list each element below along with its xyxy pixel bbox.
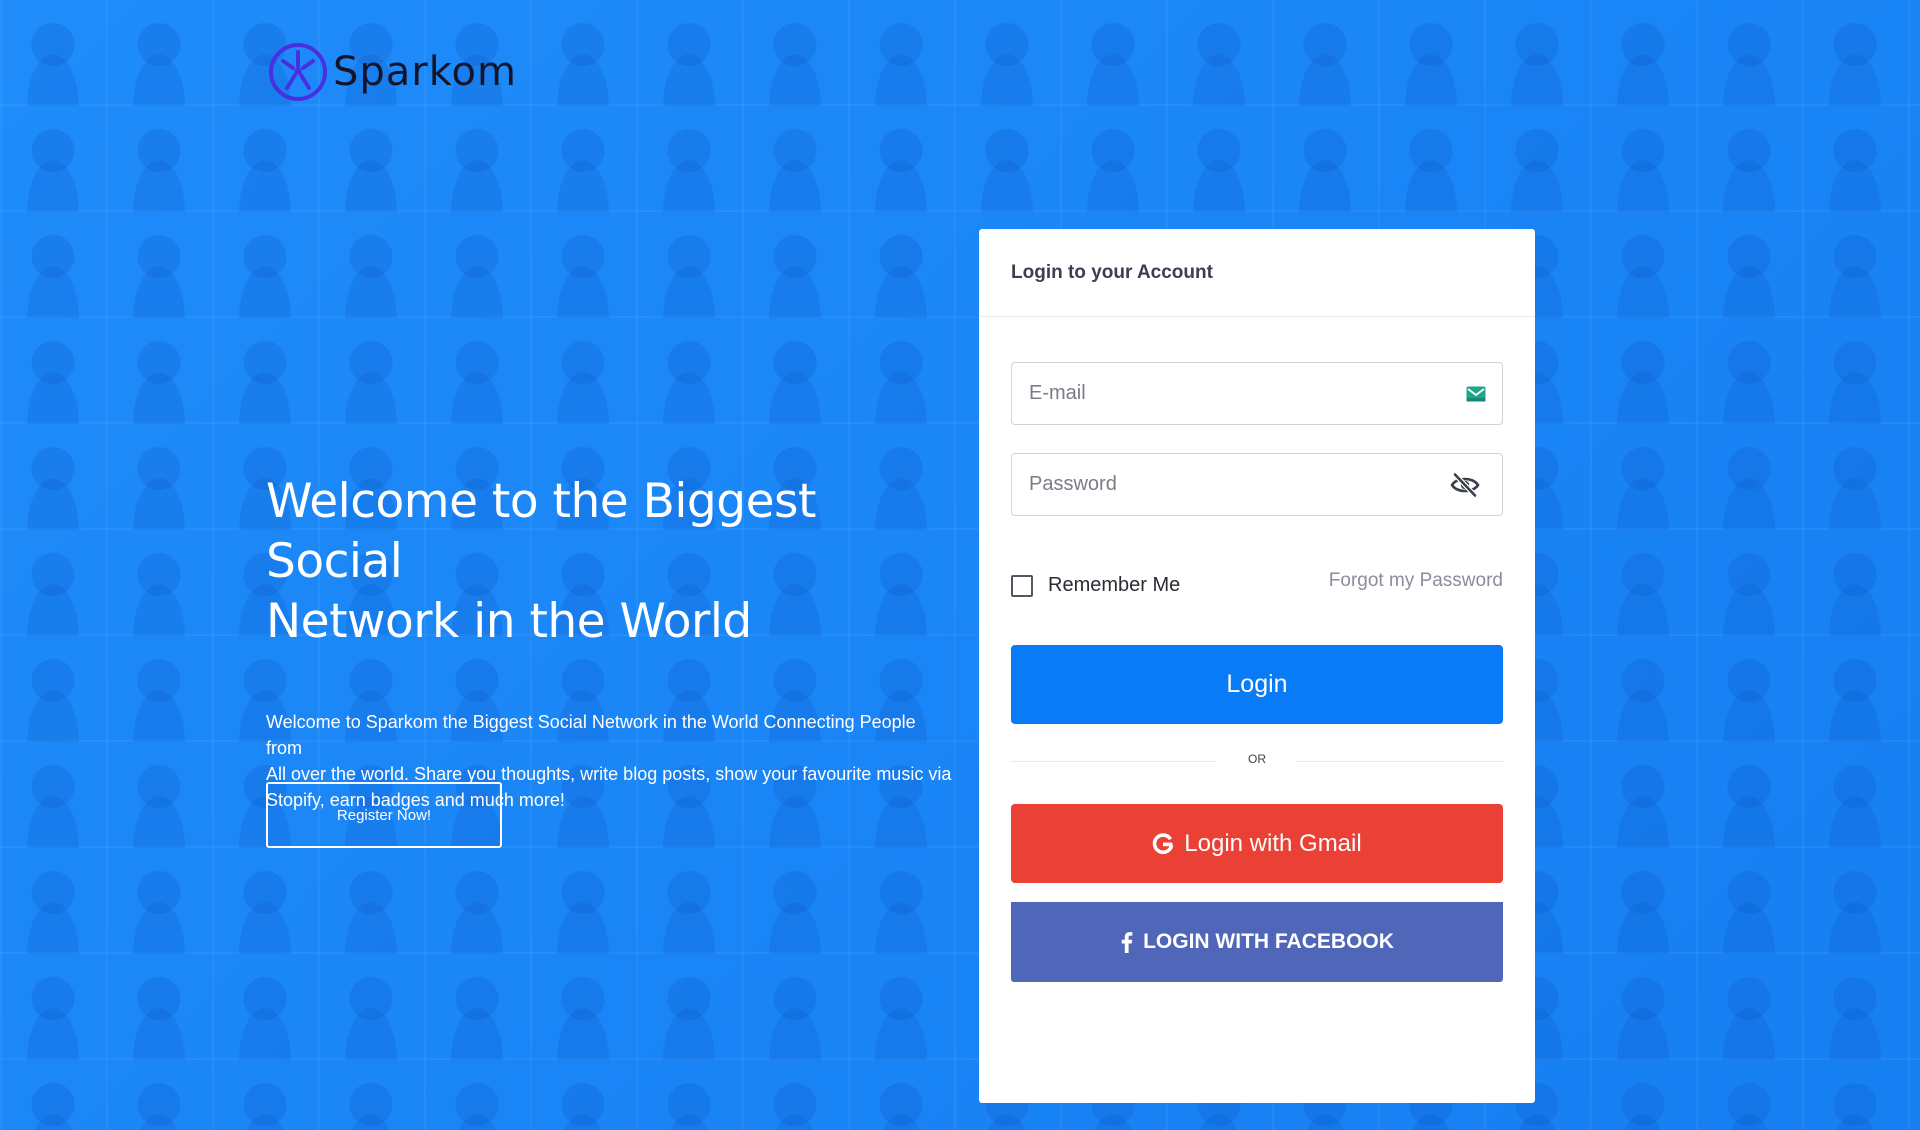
hero-description-line-2: All over the world. Share you thoughts, … [266, 764, 952, 784]
login-with-facebook-button[interactable]: LOGIN WITH FACEBOOK [1011, 902, 1503, 982]
sparkom-logo-icon [269, 43, 327, 101]
email-field[interactable] [1011, 362, 1503, 425]
remember-me-checkbox[interactable] [1011, 574, 1033, 597]
hero-section: Welcome to the Biggest Social Network in… [266, 472, 966, 848]
register-button[interactable]: Register Now! [266, 782, 502, 848]
remember-me-label: Remember Me [1048, 574, 1181, 596]
gmail-button-label: Login with Gmail [1184, 829, 1362, 857]
password-field[interactable] [1011, 453, 1503, 516]
divider-label: OR [1248, 752, 1266, 766]
brand-name: Sparkom [333, 49, 517, 95]
hero-title: Welcome to the Biggest Social Network in… [266, 472, 966, 652]
email-input[interactable] [1012, 363, 1429, 424]
mail-icon [1466, 386, 1486, 401]
eye-slash-icon[interactable] [1450, 472, 1480, 498]
hero-title-line-1: Welcome to the Biggest Social [266, 474, 816, 589]
login-button-label: Login [1226, 670, 1288, 698]
hero-title-line-2: Network in the World [266, 594, 752, 649]
login-panel: Login to your Account Remember Me Forgot… [979, 229, 1535, 1103]
forgot-password-link[interactable]: Forgot my Password [1329, 570, 1503, 592]
hero-description-line-1: Welcome to Sparkom the Biggest Social Ne… [266, 712, 916, 758]
login-panel-header: Login to your Account [979, 229, 1535, 317]
facebook-icon [1121, 932, 1133, 953]
password-input[interactable] [1012, 454, 1429, 515]
login-title: Login to your Account [1011, 261, 1213, 283]
login-with-gmail-button[interactable]: Login with Gmail [1011, 804, 1503, 883]
remember-me-option[interactable]: Remember Me [1011, 574, 1180, 597]
facebook-button-label: LOGIN WITH FACEBOOK [1143, 930, 1394, 953]
login-button[interactable]: Login [1011, 645, 1503, 724]
or-divider: OR [1011, 751, 1503, 771]
divider-line-right [1297, 761, 1503, 762]
google-icon [1153, 832, 1174, 854]
brand-logo[interactable]: Sparkom [268, 42, 517, 102]
